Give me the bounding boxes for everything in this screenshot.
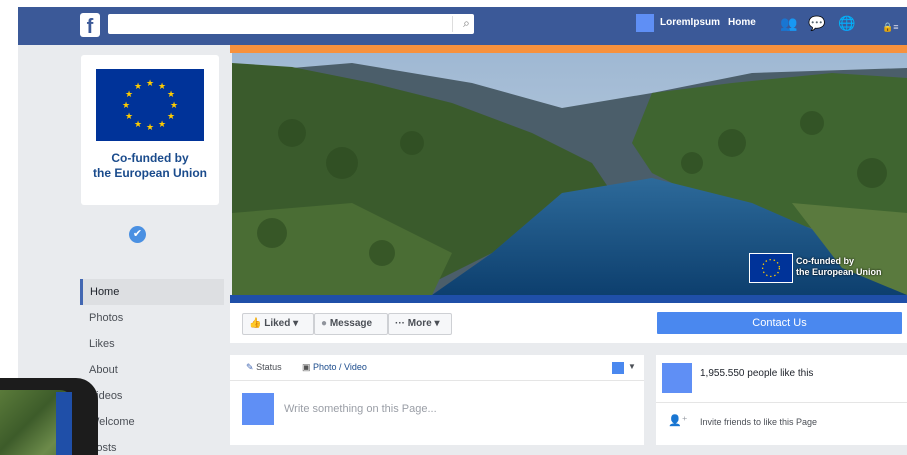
- eu-label-line1: Co-funded by: [111, 151, 189, 165]
- svg-text:★: ★: [146, 123, 154, 133]
- chevron-down-icon[interactable]: ▼: [628, 362, 636, 371]
- home-link[interactable]: Home: [728, 17, 756, 28]
- composer-avatar: [242, 393, 274, 425]
- eu-label-line2: the European Union: [93, 166, 207, 180]
- divider: [656, 402, 907, 403]
- svg-text:★: ★: [125, 90, 133, 100]
- likes-card: 1,955.550 people like this 👤⁺ Invite fri…: [656, 355, 907, 445]
- phone-mockup: [0, 378, 98, 455]
- cover-bottom-accent: [230, 295, 907, 303]
- phone-screen-blue-strip: [56, 392, 72, 455]
- nav-item-home[interactable]: Home: [80, 279, 224, 305]
- user-name-link[interactable]: LoremIpsum: [660, 17, 720, 28]
- liked-label: Liked ▾: [264, 318, 299, 329]
- audience-selector[interactable]: [612, 362, 624, 374]
- liked-button[interactable]: 👍 Liked ▾: [242, 313, 314, 335]
- photo-tab-label: Photo / Video: [313, 362, 367, 372]
- composer-input[interactable]: Write something on this Page...: [284, 403, 437, 415]
- svg-text:★: ★: [158, 82, 166, 92]
- friends-icon[interactable]: 👥: [780, 15, 797, 31]
- search-input[interactable]: [108, 14, 474, 34]
- svg-text:★: ★: [170, 101, 178, 111]
- eu-flag-logo: ★ ★ ★ ★ ★ ★ ★ ★ ★ ★ ★ ★: [96, 69, 204, 141]
- svg-text:★: ★: [125, 112, 133, 122]
- post-composer: ✎ Status ▣ Photo / Video ▼ Write somethi…: [230, 355, 644, 445]
- lock-icon[interactable]: 🔒≡: [882, 19, 898, 35]
- nav-item-welcome[interactable]: Welcome: [80, 409, 224, 435]
- top-navigation-bar: f ⌕ LoremIpsum Home 👥 💬 🌐 🔒≡: [18, 7, 907, 45]
- globe-icon[interactable]: 🌐: [838, 15, 855, 31]
- message-button[interactable]: ● Message: [314, 313, 388, 335]
- message-label: Message: [329, 318, 373, 329]
- composer-tabs: ✎ Status ▣ Photo / Video ▼: [230, 355, 644, 381]
- svg-text:★: ★: [122, 101, 130, 111]
- cover-top-accent: [230, 45, 907, 53]
- tab-photo-video[interactable]: ▣ Photo / Video: [302, 362, 367, 373]
- eu-funding-label: Co-funded by the European Union: [81, 151, 219, 181]
- message-icon: ●: [321, 318, 328, 329]
- nav-item-videos[interactable]: Videos: [80, 383, 224, 409]
- facebook-logo[interactable]: f: [80, 13, 100, 37]
- svg-text:★: ★: [167, 112, 175, 122]
- nav-item-photos[interactable]: Photos: [80, 305, 224, 331]
- cover-eu-label-line1: Co-funded by: [796, 256, 854, 266]
- cover-eu-flag-logo: [749, 253, 793, 283]
- likes-avatar: [662, 363, 692, 393]
- user-avatar[interactable]: [636, 14, 654, 32]
- nav-item-likes[interactable]: Likes: [80, 331, 224, 357]
- likes-count: 1,955.550 people like this: [700, 368, 814, 379]
- search-icon[interactable]: ⌕: [452, 16, 474, 32]
- svg-text:★: ★: [134, 82, 142, 92]
- svg-text:★: ★: [134, 120, 142, 130]
- more-button[interactable]: ··· More ▾: [388, 313, 452, 335]
- svg-text:★: ★: [158, 120, 166, 130]
- contact-us-button[interactable]: Contact Us: [657, 312, 902, 334]
- nav-item-about[interactable]: About: [80, 357, 224, 383]
- profile-picture-card[interactable]: ★ ★ ★ ★ ★ ★ ★ ★ ★ ★ ★ ★ Co-funded by the…: [81, 55, 219, 205]
- add-friend-icon[interactable]: 👤⁺: [668, 414, 688, 427]
- nav-item-posts[interactable]: Posts: [80, 435, 224, 455]
- tab-status[interactable]: ✎ Status: [246, 362, 282, 373]
- messages-icon[interactable]: 💬: [808, 15, 825, 31]
- cover-eu-label-line2: the European Union: [796, 267, 882, 277]
- main-content: Co-funded by the European Union 👍 Liked …: [230, 45, 907, 455]
- verified-check-icon: ✔: [129, 226, 146, 243]
- page-action-bar: 👍 Liked ▾ ● Message ··· More ▾ Contact U…: [230, 303, 907, 343]
- invite-friends-link[interactable]: Invite friends to like this Page: [700, 417, 817, 427]
- svg-text:★: ★: [146, 79, 154, 89]
- pencil-icon: ✎: [246, 362, 254, 372]
- cover-eu-funding-label: Co-funded by the European Union: [796, 256, 882, 278]
- camera-icon: ▣: [302, 362, 311, 372]
- thumbs-up-icon: 👍: [249, 318, 262, 329]
- status-tab-label: Status: [256, 362, 282, 372]
- svg-text:★: ★: [167, 90, 175, 100]
